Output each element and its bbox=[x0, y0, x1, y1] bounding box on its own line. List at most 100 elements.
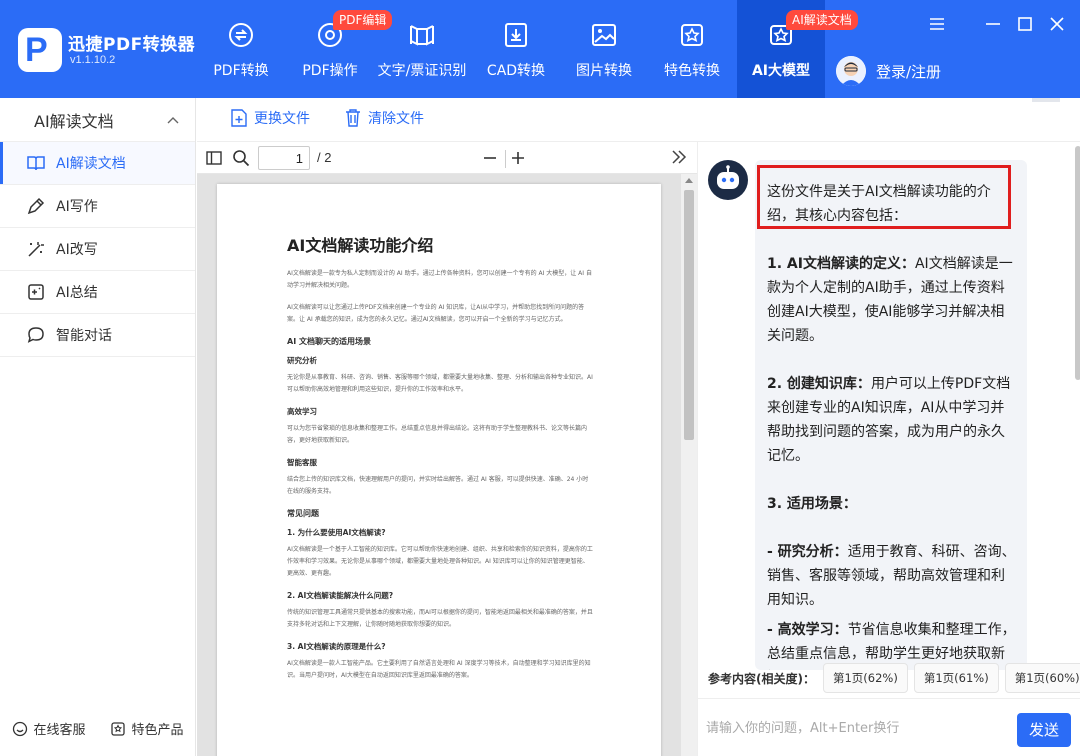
page-total: / 2 bbox=[317, 150, 332, 165]
sidebar-title: AI解读文档 bbox=[34, 111, 114, 131]
trash-icon bbox=[346, 109, 360, 127]
login-label: 登录/注册 bbox=[876, 62, 942, 81]
online-service-label: 在线客服 bbox=[33, 723, 86, 738]
doc-subheading: 高效学习 bbox=[287, 407, 317, 416]
image-icon bbox=[592, 24, 616, 46]
doc-subheading: 2. AI文档解读能解决什么问题? bbox=[287, 591, 394, 600]
page-number-input[interactable] bbox=[258, 146, 310, 170]
cad-icon bbox=[505, 23, 527, 47]
divider bbox=[505, 150, 506, 168]
chat-input-bar: 发送 bbox=[698, 698, 1080, 756]
nav-label: PDF操作 bbox=[302, 63, 358, 79]
pdf-convert-icon bbox=[229, 23, 253, 47]
sidebar-item-ai-summary[interactable]: AI总结 bbox=[0, 271, 195, 314]
scrollbar-thumb[interactable] bbox=[1075, 146, 1080, 380]
sidebar-footer: 在线客服 特色产品 bbox=[0, 719, 196, 738]
nav-image[interactable]: 图片转换 bbox=[568, 0, 640, 98]
login-button[interactable]: 登录/注册 bbox=[836, 56, 941, 86]
doc-paragraph: AI文档解读可以让您通过上传PDF文档来创建一个专业的 AI 知识库，让AI从中… bbox=[287, 304, 585, 323]
doc-paragraph: AI文档解读是一个基于人工智能的知识库。它可以帮助你快速地创建、组织、共享和检索… bbox=[287, 546, 593, 577]
divider bbox=[1032, 98, 1060, 102]
support-icon bbox=[13, 721, 28, 736]
nav-label: 文字/票证识别 bbox=[377, 63, 467, 79]
magic-wand-icon bbox=[28, 242, 44, 257]
file-toolbar: 更换文件 清除文件 bbox=[197, 98, 1080, 142]
references-label: 参考内容(相关度)： bbox=[708, 671, 815, 686]
chevron-up-icon bbox=[167, 116, 179, 123]
sidebar-item-label: AI改写 bbox=[56, 242, 98, 258]
pdf-scrollbar[interactable] bbox=[681, 174, 697, 756]
doc-title: AI文档解读功能介绍 bbox=[287, 236, 434, 255]
sidebar-toggle-icon[interactable] bbox=[205, 149, 223, 167]
doc-section-heading: 常见问题 bbox=[287, 509, 319, 518]
doc-subheading: 3. AI文档解读的原理是什么? bbox=[287, 642, 386, 651]
message-heading: 1. AI文档解读的定义： bbox=[767, 256, 915, 272]
nav-pdf-convert[interactable]: PDF转换 bbox=[204, 0, 278, 98]
nav-label: PDF转换 bbox=[213, 63, 269, 79]
special-icon bbox=[681, 24, 703, 46]
chat-panel: 这份文件是关于AI文档解读功能的介绍，其核心内容包括： 1. AI文档解读的定义… bbox=[697, 142, 1080, 756]
scrollbar-thumb[interactable] bbox=[684, 190, 694, 440]
references-bar: 参考内容(相关度)： 第1页(62%) 第1页(61%) 第1页(60%) › bbox=[698, 658, 1080, 698]
sidebar-header[interactable]: AI解读文档 bbox=[0, 98, 195, 142]
message-heading: 2. 创建知识库： bbox=[767, 376, 871, 392]
product-icon bbox=[111, 721, 126, 736]
sidebar-item-ai-rewrite[interactable]: AI改写 bbox=[0, 228, 195, 271]
close-icon[interactable] bbox=[1046, 14, 1068, 34]
sidebar-item-label: AI解读文档 bbox=[56, 156, 126, 172]
chat-scrollbar[interactable] bbox=[1075, 142, 1080, 656]
menu-icon[interactable] bbox=[926, 14, 948, 34]
sidebar-item-ai-read[interactable]: AI解读文档 bbox=[0, 142, 195, 185]
collapse-panel-icon[interactable] bbox=[670, 149, 688, 165]
zoom-in-icon[interactable] bbox=[510, 149, 526, 167]
online-service-button[interactable]: 在线客服 bbox=[12, 719, 86, 738]
sidebar-item-ai-write[interactable]: AI写作 bbox=[0, 185, 195, 228]
doc-paragraph: 无论你是从事教育、科研、咨询、销售、客服等哪个领域，都需要大量地收集、整理、分析… bbox=[287, 374, 593, 393]
maximize-icon[interactable] bbox=[1014, 14, 1036, 34]
app-version: v1.1.10.2 bbox=[70, 54, 116, 66]
scroll-up-icon[interactable] bbox=[685, 178, 693, 183]
reference-chip[interactable]: 第1页(60%) bbox=[1004, 663, 1080, 693]
question-input[interactable] bbox=[706, 713, 1006, 743]
nav-cad[interactable]: CAD转换 bbox=[480, 0, 552, 98]
app-logo: P bbox=[18, 28, 62, 72]
sidebar-item-label: AI总结 bbox=[56, 285, 98, 301]
clear-file-label: 清除文件 bbox=[368, 111, 424, 127]
sidebar-item-label: 智能对话 bbox=[56, 328, 112, 344]
message-heading: 3. 适用场景： bbox=[767, 496, 857, 512]
doc-paragraph: 传统的知识管理工具通常只提供基本的搜索功能，而AI可以根据你的提问，智能地返回最… bbox=[287, 609, 593, 628]
doc-subheading: 研究分析 bbox=[287, 356, 317, 365]
replace-file-button[interactable]: 更换文件 bbox=[230, 108, 310, 128]
reference-chip[interactable]: 第1页(62%) bbox=[822, 663, 908, 693]
minimize-icon[interactable] bbox=[982, 14, 1004, 34]
send-button[interactable]: 发送 bbox=[1017, 713, 1071, 747]
sidebar-item-smart-chat[interactable]: 智能对话 bbox=[0, 314, 195, 357]
doc-paragraph: 结合您上传的知识库文档，快速理解用户的提问，并实时给出解答。通过 AI 客服，可… bbox=[287, 476, 589, 495]
search-icon[interactable] bbox=[232, 149, 250, 167]
clear-file-button[interactable]: 清除文件 bbox=[344, 108, 424, 128]
sidebar: AI解读文档 AI解读文档 AI写作 AI改写 AI总结 智能对话 在线客服 特… bbox=[0, 98, 196, 756]
message-block: 2. 创建知识库：用户可以上传PDF文档来创建专业的AI知识库，AI从中学习并帮… bbox=[767, 372, 1017, 468]
highlight-box bbox=[757, 165, 1011, 229]
reference-chip[interactable]: 第1页(61%) bbox=[913, 663, 999, 693]
nav-label: 特色转换 bbox=[664, 63, 720, 79]
featured-products-button[interactable]: 特色产品 bbox=[110, 719, 184, 738]
message-heading: - 高效学习： bbox=[767, 622, 848, 638]
doc-paragraph: AI文档解读是一款人工智能产品。它主要利用了自然语言处理和 AI 深度学习等技术… bbox=[287, 660, 591, 679]
title-bar: P 迅捷PDF转换器 v1.1.10.2 PDF转换 PDF操作 PDF编辑 文… bbox=[0, 0, 1080, 98]
pdf-toolbar: / 2 bbox=[197, 142, 697, 174]
pen-icon bbox=[27, 197, 45, 215]
chat-icon bbox=[27, 327, 44, 343]
nav-ocr[interactable]: 文字/票证识别 bbox=[376, 0, 468, 98]
featured-products-label: 特色产品 bbox=[131, 723, 184, 738]
nav-label: 图片转换 bbox=[576, 63, 632, 79]
zoom-out-icon[interactable] bbox=[482, 149, 498, 167]
message-block: - 研究分析：适用于教育、科研、咨询、销售、客服等领域，帮助高效管理和利用知识。 bbox=[767, 540, 1017, 612]
add-file-icon bbox=[231, 109, 247, 127]
doc-paragraph: AI文档解读是一款专为私人定制而设计的 AI 助手。通过上传各种资料，您可以创建… bbox=[287, 270, 592, 289]
replace-file-label: 更换文件 bbox=[254, 111, 310, 127]
app-name: 迅捷PDF转换器 bbox=[68, 35, 196, 55]
nav-special[interactable]: 特色转换 bbox=[656, 0, 728, 98]
message-block: 1. AI文档解读的定义：AI文档解读是一款为个人定制的AI助手，通过上传资料创… bbox=[767, 252, 1017, 348]
message-heading: - 研究分析： bbox=[767, 544, 848, 560]
